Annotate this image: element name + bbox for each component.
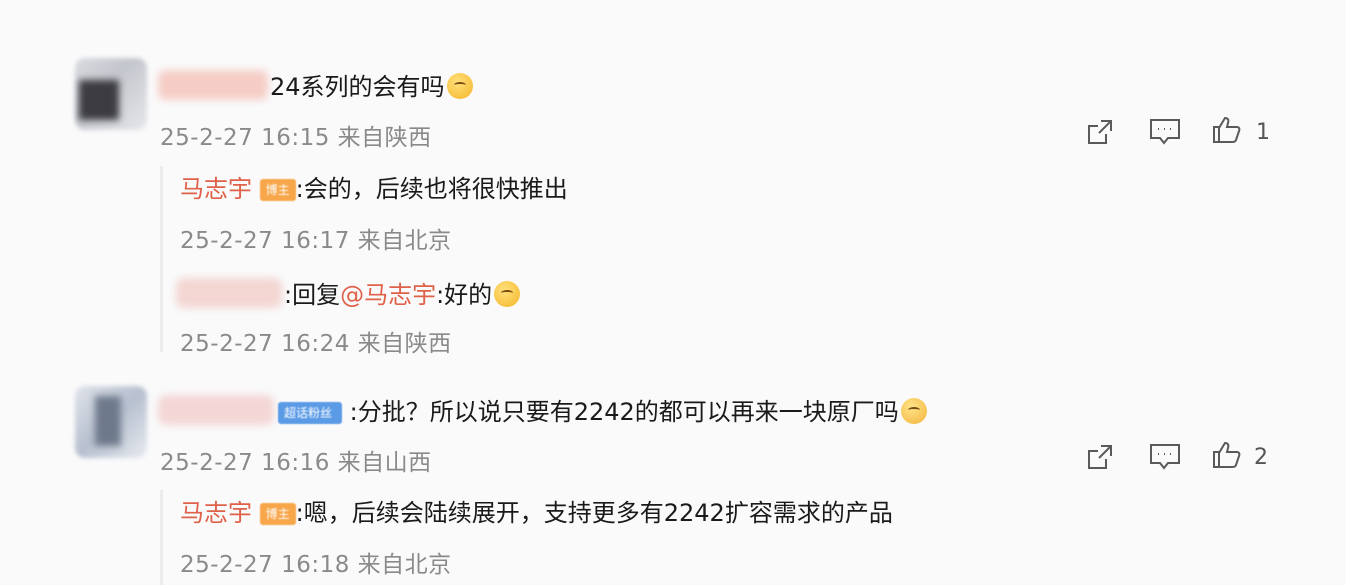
mention-link[interactable]: @马志宇 bbox=[340, 281, 436, 309]
like-count: 2 bbox=[1254, 445, 1268, 470]
username-blurred[interactable] bbox=[158, 70, 268, 100]
emoji-icon bbox=[494, 281, 521, 307]
reply-thread-bar bbox=[160, 166, 163, 352]
share-icon[interactable] bbox=[1084, 116, 1118, 148]
reply-text: 马志宇 博主:嗯，后续会陆续展开，支持更多有2242扩容需求的产品 bbox=[180, 499, 893, 527]
comment-meta: 25-2-27 16:16 来自山西 bbox=[160, 450, 432, 476]
username-blurred[interactable] bbox=[158, 395, 274, 425]
comment-text: 超话粉丝 :分批？所以说只要有2242的都可以再来一块原厂吗 bbox=[278, 397, 927, 427]
share-icon[interactable] bbox=[1084, 441, 1118, 473]
avatar[interactable] bbox=[75, 58, 147, 130]
reply-text: :回复@马志宇:好的 bbox=[284, 280, 521, 310]
reply-meta: 25-2-27 16:17 来自北京 bbox=[180, 228, 452, 254]
avatar[interactable] bbox=[75, 386, 147, 458]
thumbs-up-icon[interactable] bbox=[1210, 114, 1244, 146]
reply-author[interactable]: 马志宇 bbox=[180, 499, 252, 527]
thumbs-up-icon[interactable] bbox=[1210, 439, 1244, 471]
cat-emoji-icon bbox=[900, 398, 927, 424]
reply-author[interactable]: 马志宇 bbox=[180, 175, 252, 203]
crying-emoji-icon bbox=[446, 73, 473, 99]
author-badge: 博主 bbox=[259, 503, 296, 525]
reply-meta: 25-2-27 16:24 来自陕西 bbox=[180, 331, 452, 357]
like-count: 1 bbox=[1256, 120, 1270, 145]
username-blurred[interactable] bbox=[176, 278, 282, 308]
author-badge: 博主 bbox=[259, 179, 296, 201]
reply-text: 马志宇 博主:会的，后续也将很快推出 bbox=[180, 175, 568, 203]
comment-icon[interactable] bbox=[1148, 116, 1182, 148]
comment-text: 24系列的会有吗 bbox=[270, 72, 473, 102]
reply-meta: 25-2-27 16:18 来自北京 bbox=[180, 552, 452, 578]
comment-meta: 25-2-27 16:15 来自陕西 bbox=[160, 125, 432, 151]
reply-thread-bar bbox=[160, 490, 163, 585]
fan-badge: 超话粉丝 bbox=[278, 402, 342, 424]
comment-icon[interactable] bbox=[1148, 441, 1182, 473]
